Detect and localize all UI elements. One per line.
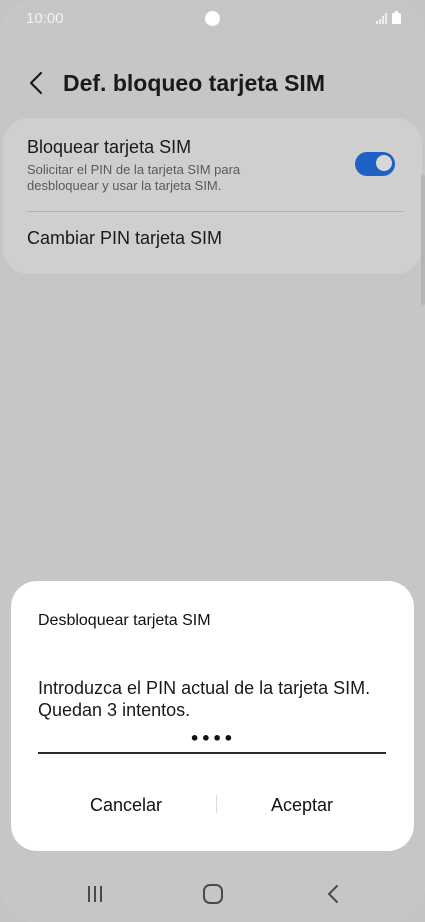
toggle-knob xyxy=(375,154,393,172)
cancel-button[interactable]: Cancelar xyxy=(31,785,221,825)
recent-apps-button[interactable] xyxy=(75,876,115,912)
phone-screen: 10:00 Def. bloqueo tarjeta SIM Bloquear … xyxy=(0,0,425,922)
status-icons xyxy=(376,11,401,24)
settings-card: Bloquear tarjeta SIM Solicitar el PIN de… xyxy=(3,118,422,274)
page-title: Def. bloqueo tarjeta SIM xyxy=(63,70,325,96)
change-pin-title: Cambiar PIN tarjeta SIM xyxy=(27,228,223,248)
change-pin-row[interactable]: Cambiar PIN tarjeta SIM xyxy=(3,212,422,272)
lock-sim-subtitle: Solicitar el PIN de la tarjeta SIM para … xyxy=(27,162,241,193)
dialog-message: Introduzca el PIN actual de la tarjeta S… xyxy=(38,678,371,720)
camera-cutout xyxy=(205,11,220,26)
accept-button[interactable]: Aceptar xyxy=(207,785,397,825)
back-button[interactable] xyxy=(22,68,50,98)
status-bar: 10:00 xyxy=(0,0,425,38)
lock-sim-row[interactable]: Bloquear tarjeta SIM Solicitar el PIN de… xyxy=(3,118,422,210)
dialog-title: Desbloquear tarjeta SIM xyxy=(38,612,211,629)
home-button[interactable] xyxy=(193,876,233,912)
pin-input[interactable] xyxy=(38,724,386,754)
scroll-indicator xyxy=(421,175,425,305)
back-icon xyxy=(328,885,338,903)
navigation-bar xyxy=(0,866,425,922)
battery-icon xyxy=(392,11,401,24)
status-time: 10:00 xyxy=(26,10,64,27)
home-icon xyxy=(203,884,223,904)
app-bar: Def. bloqueo tarjeta SIM xyxy=(0,60,425,106)
lock-sim-toggle[interactable] xyxy=(355,152,395,176)
lock-sim-title: Bloquear tarjeta SIM xyxy=(27,137,192,157)
nav-back-button[interactable] xyxy=(313,876,353,912)
chevron-left-icon xyxy=(29,71,43,95)
signal-icon xyxy=(376,12,387,24)
recent-apps-icon xyxy=(88,886,102,902)
unlock-sim-dialog: Desbloquear tarjeta SIM Introduzca el PI… xyxy=(11,581,414,851)
